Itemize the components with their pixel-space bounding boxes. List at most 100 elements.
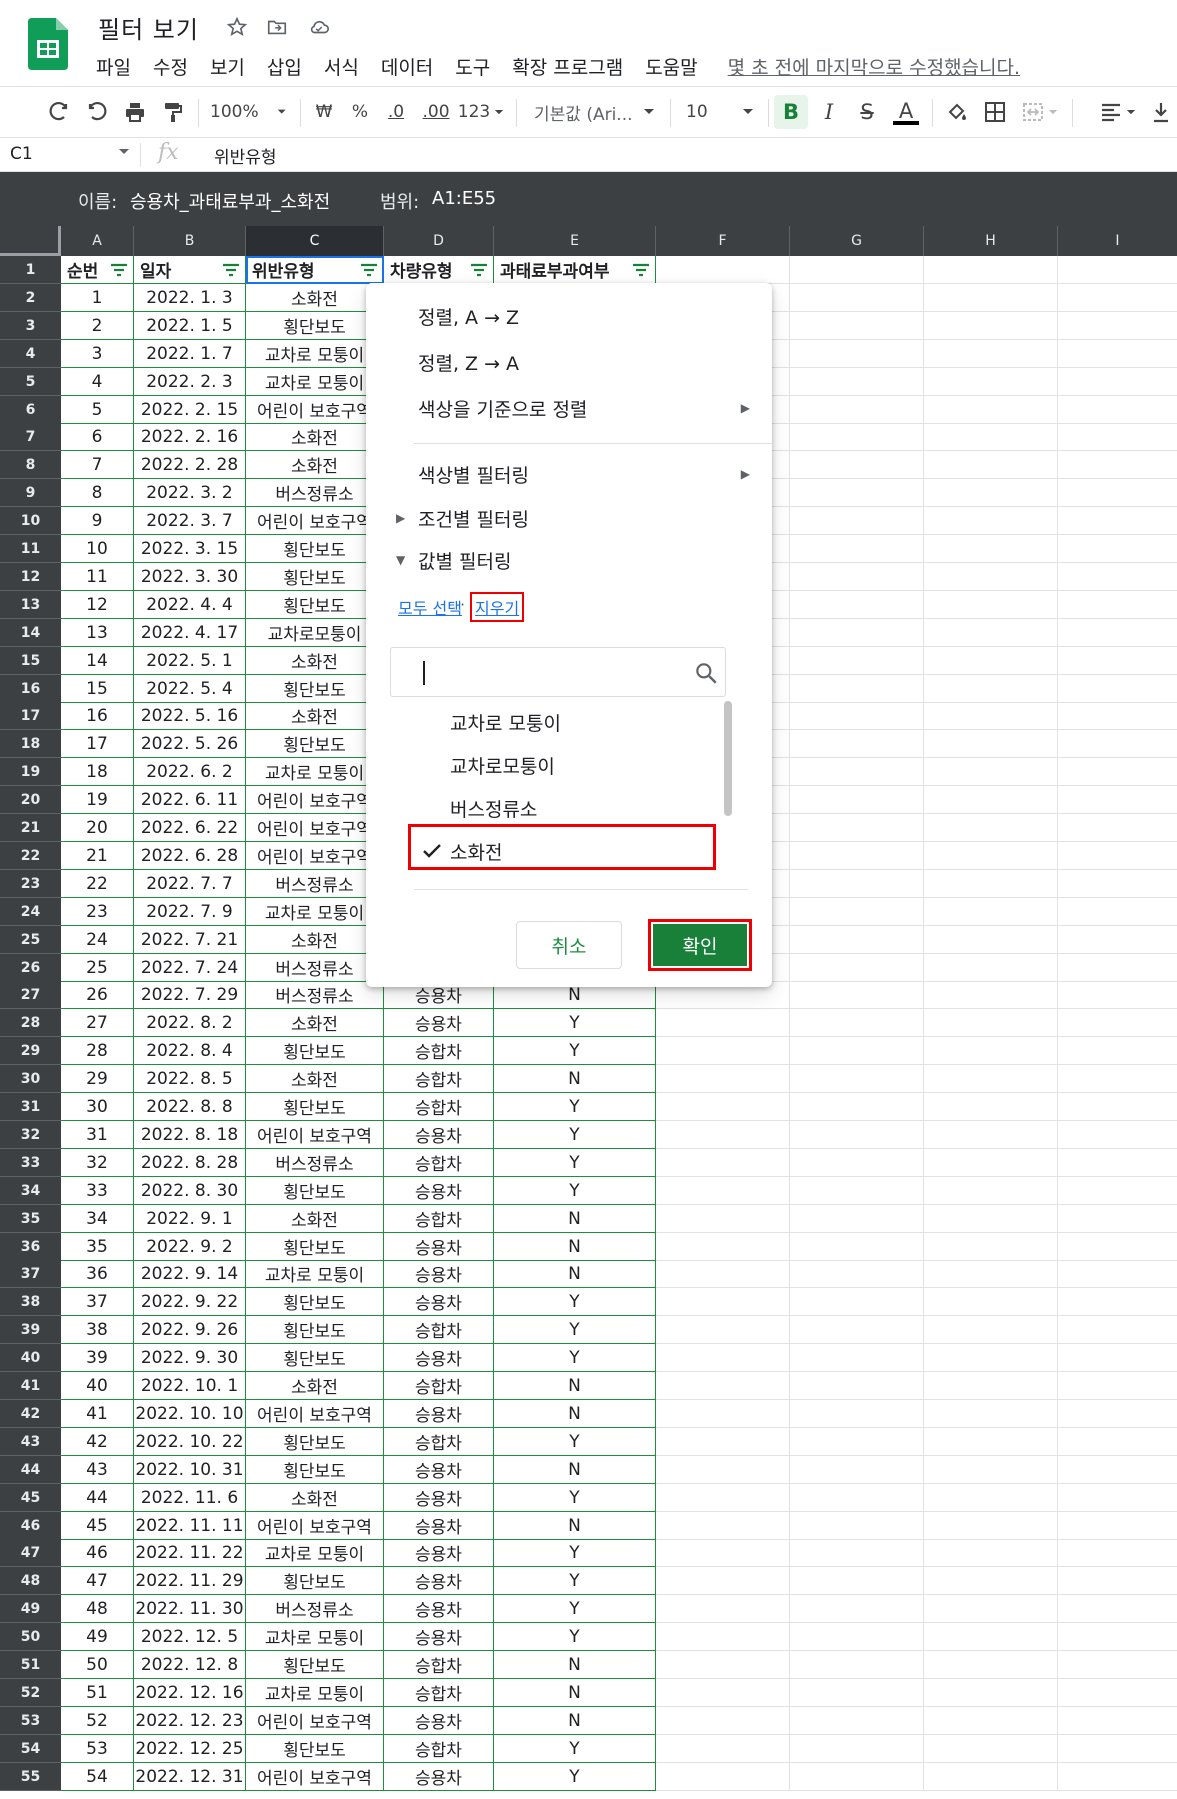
row-header[interactable]: 20 [0,786,61,814]
menu-insert[interactable]: 삽입 [267,53,302,80]
empty-cell[interactable] [924,312,1058,340]
empty-cell[interactable] [656,1093,790,1121]
empty-cell[interactable] [656,1288,790,1316]
empty-cell[interactable] [924,702,1058,730]
data-cell[interactable]: 2022. 2. 28 [134,451,246,479]
data-cell[interactable]: Y [494,1595,656,1623]
data-cell[interactable]: 22 [61,870,134,898]
data-cell[interactable]: 2022. 10. 31 [134,1456,246,1484]
data-cell[interactable]: 승합차 [384,1651,494,1679]
row-header[interactable]: 54 [0,1735,61,1763]
italic-button[interactable]: I [814,95,844,129]
empty-cell[interactable] [924,870,1058,898]
empty-cell[interactable] [1058,1512,1177,1540]
row-header[interactable]: 1 [0,256,61,284]
data-cell[interactable]: 25 [61,954,134,982]
data-cell[interactable]: 2022. 9. 1 [134,1205,246,1233]
data-cell[interactable]: 53 [61,1735,134,1763]
strikethrough-button[interactable]: S [852,95,882,129]
data-cell[interactable]: 승용차 [384,1121,494,1149]
data-cell[interactable]: 2022. 11. 6 [134,1484,246,1512]
empty-cell[interactable] [924,926,1058,954]
empty-cell[interactable] [924,758,1058,786]
row-header[interactable]: 55 [0,1763,61,1791]
empty-cell[interactable] [656,1595,790,1623]
currency-format-button[interactable]: ₩ [310,95,338,129]
empty-cell[interactable] [790,563,924,591]
empty-cell[interactable] [1058,1428,1177,1456]
row-header[interactable]: 9 [0,479,61,507]
empty-cell[interactable] [790,1567,924,1595]
data-cell[interactable]: 2022. 4. 4 [134,591,246,619]
empty-cell[interactable] [924,368,1058,396]
empty-cell[interactable] [790,1595,924,1623]
row-header[interactable]: 29 [0,1037,61,1065]
empty-cell[interactable] [656,1623,790,1651]
empty-cell[interactable] [924,1009,1058,1037]
empty-cell[interactable] [790,926,924,954]
empty-cell[interactable] [790,312,924,340]
data-cell[interactable]: 횡단보도 [246,1456,384,1484]
data-cell[interactable]: N [494,1400,656,1428]
fill-color-icon[interactable] [942,95,972,129]
data-cell[interactable]: N [494,1512,656,1540]
data-cell[interactable]: 10 [61,535,134,563]
vertical-align-icon[interactable] [1148,95,1174,129]
data-cell[interactable]: 어린이 보호구역 [246,396,384,424]
empty-cell[interactable] [656,1205,790,1233]
empty-cell[interactable] [924,479,1058,507]
empty-cell[interactable] [790,507,924,535]
data-cell[interactable]: 횡단보도 [246,535,384,563]
empty-cell[interactable] [924,1539,1058,1567]
empty-cell[interactable] [924,1205,1058,1233]
row-header[interactable]: 30 [0,1065,61,1093]
data-cell[interactable]: 2022. 7. 7 [134,870,246,898]
empty-cell[interactable] [924,1372,1058,1400]
data-cell[interactable]: 어린이 보호구역 [246,1763,384,1791]
row-header[interactable]: 36 [0,1233,61,1261]
empty-cell[interactable] [790,1763,924,1791]
data-cell[interactable]: 2022. 11. 22 [134,1539,246,1567]
empty-cell[interactable] [924,786,1058,814]
empty-cell[interactable] [1058,256,1177,284]
empty-cell[interactable] [1058,647,1177,675]
row-header[interactable]: 21 [0,814,61,842]
row-header[interactable]: 51 [0,1651,61,1679]
menu-file[interactable]: 파일 [96,53,131,80]
data-cell[interactable]: 승합차 [384,1679,494,1707]
empty-cell[interactable] [1058,842,1177,870]
data-cell[interactable]: 2022. 12. 25 [134,1735,246,1763]
row-header[interactable]: 40 [0,1344,61,1372]
empty-cell[interactable] [790,340,924,368]
data-cell[interactable]: Y [494,1177,656,1205]
row-header[interactable]: 32 [0,1121,61,1149]
data-cell[interactable]: 51 [61,1679,134,1707]
data-cell[interactable]: 2022. 9. 14 [134,1260,246,1288]
data-cell[interactable]: 교차로 모퉁이 [246,1260,384,1288]
data-cell[interactable]: 2022. 1. 7 [134,340,246,368]
data-cell[interactable]: 2022. 9. 2 [134,1233,246,1261]
data-cell[interactable]: 35 [61,1233,134,1261]
empty-cell[interactable] [1058,1149,1177,1177]
data-cell[interactable]: 횡단보도 [246,1567,384,1595]
data-cell[interactable]: 9 [61,507,134,535]
data-cell[interactable]: 승용차 [384,1707,494,1735]
empty-cell[interactable] [790,1149,924,1177]
data-cell[interactable]: 승용차 [384,1233,494,1261]
data-cell[interactable]: 횡단보도 [246,1233,384,1261]
data-cell[interactable]: 횡단보도 [246,1344,384,1372]
data-cell[interactable]: 승용차 [384,1177,494,1205]
data-cell[interactable]: N [494,1205,656,1233]
empty-cell[interactable] [1058,758,1177,786]
data-cell[interactable]: 승합차 [384,1149,494,1177]
data-cell[interactable]: 54 [61,1763,134,1791]
empty-cell[interactable] [924,730,1058,758]
empty-cell[interactable] [790,1037,924,1065]
empty-cell[interactable] [790,898,924,926]
empty-cell[interactable] [790,1623,924,1651]
empty-cell[interactable] [924,1707,1058,1735]
data-cell[interactable]: N [494,1233,656,1261]
filter-icon[interactable] [359,262,379,278]
data-cell[interactable]: 소화전 [246,451,384,479]
empty-cell[interactable] [1058,1205,1177,1233]
